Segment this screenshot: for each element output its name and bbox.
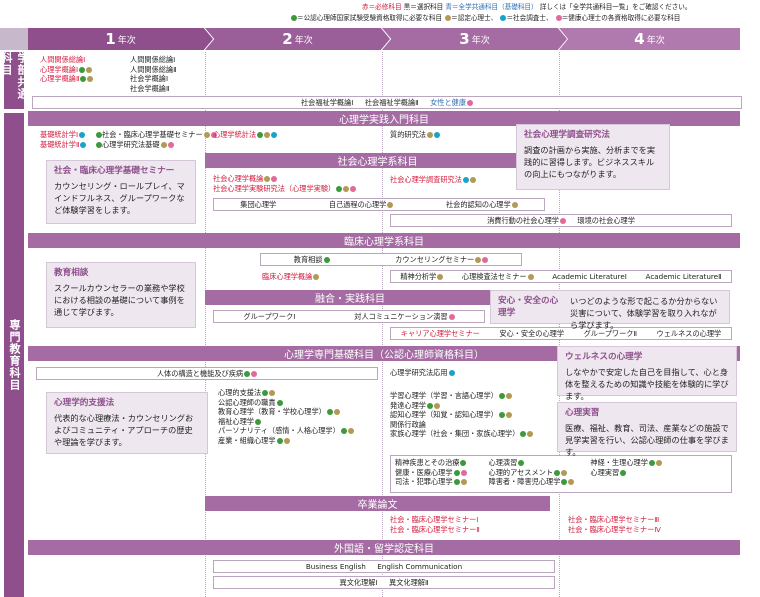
social-row2: 集団心理学 自己過程の心理学 社会的認知の心理学 (213, 198, 545, 211)
legend-common: 青＝全学共通科目（基礎科目） (445, 3, 538, 11)
practice-y3: 質的研究法 (390, 130, 440, 140)
common-col1: 人間関係総論Ⅰ 心理学概論Ⅰ 心理学概論Ⅱ (40, 55, 94, 84)
section-social: 社会心理学系科目 (205, 153, 550, 168)
common-bar: 社会福祉学概論Ⅰ 社会福祉学概論Ⅱ 女性と健康 (32, 96, 742, 109)
fusion-row1: グループワークⅠ 対人コミュニケーション演習 (213, 310, 485, 323)
year-1-header: 1 年次 (28, 28, 213, 50)
legend-line-2: ＝公認心理師国家試験受験資格取得に必要な科目 ＝認定心理士、 ＝社会調査士、 ＝… (290, 12, 680, 22)
thesis-y3: 社会・臨床心理学セミナーⅠ 社会・臨床心理学セミナーⅡ (390, 515, 480, 534)
social-y2: 社会心理学概論 社会心理学実験研究法（心理学実験） (213, 174, 357, 193)
callout-social-survey: 社会心理学調査研究法 調査の計画から実施、分析までを実践的に習得します。ビジネスス… (516, 124, 670, 190)
year-4-header: 4 年次 (559, 28, 740, 50)
callout-basic-seminar: 社会・臨床心理学基礎セミナー カウンセリング・ロールプレイ、マインドフルネス、グル… (46, 160, 196, 224)
callout-support-methods: 心理学的支援法 代表的な心理療法・カウンセリングおよびコミュニティ・アプローチの歴… (46, 392, 208, 454)
section-clinical: 臨床心理学系科目 (28, 233, 740, 248)
side-label-common: 学部共通科目 (0, 52, 29, 109)
practice-y1b: 社会・臨床心理学基礎セミナー 心理学研究法基礎 (95, 130, 217, 149)
thesis-y4: 社会・臨床心理学セミナーⅢ 社会・臨床心理学セミナーⅣ (568, 515, 661, 534)
fusion-row2: キャリア心理学セミナー 安心・安全の心理学 グループワークⅡ ウェルネスの心理学 (390, 327, 732, 340)
callout-wellness: ウェルネスの心理学 しなやかで安定した自己を目指して、心と身体を整えるための知識や… (557, 346, 737, 401)
legend-required: 赤＝必修科目 (362, 3, 402, 11)
legend-note: 詳しくは「全学共通科目一覧」をご確認ください。 (539, 3, 692, 11)
practice-y2: 心理学統計法 (213, 130, 278, 140)
foundation-y3top: 心理学研究法応用 (390, 368, 455, 378)
foundation-y2list: 心理的支援法 公認心理師の職責 教育心理学（教育・学校心理学） 福祉心理学 パー… (218, 388, 354, 445)
legend-olive: ＝認定心理士、 (451, 14, 498, 22)
legend-blue: ＝社会調査士、 (506, 14, 553, 22)
foundation-lower: 精神疾患とその治療 健康・医療心理学 司法・犯罪心理学 心理演習 心理的アセスメ… (390, 455, 732, 493)
year-header-bg (0, 28, 28, 50)
foreign-bar1: Business English English Communication (213, 560, 555, 573)
foundation-bar1: 人体の構造と機能及び疾病 (36, 367, 378, 380)
callout-education-counseling: 教育相談 スクールカウンセラーの業務や学校における相談の基礎について事例を通じて学… (46, 262, 196, 328)
common-col2: 人間関係総論Ⅰ 人間関係総論Ⅱ 社会学概論Ⅰ 社会学概論Ⅱ (130, 55, 177, 93)
side-label-major: 専門教育科目 (4, 113, 24, 597)
foundation-y3list: 学習心理学（学習・言語心理学） 発達心理学 認知心理学（知覚・認知心理学） 関係… (390, 391, 534, 439)
year-3-header: 3 年次 (382, 28, 567, 50)
legend-elective: 黒＝選択科目 (403, 3, 444, 11)
legend-line-1: 赤＝必修科目 黒＝選択科目 青＝全学共通科目（基礎科目） 詳しくは「全学共通科目… (362, 1, 691, 11)
section-thesis: 卒業論文 (205, 496, 550, 511)
section-fusion: 融合・実践科目 (205, 290, 495, 305)
practice-y1a: 基礎統計学Ⅰ 基礎統計学Ⅱ (40, 130, 87, 149)
clinical-y2: 臨床心理学概論 (262, 272, 320, 282)
section-foreign: 外国語・留学認定科目 (28, 540, 740, 555)
social-row3: 消費行動の社会心理学 環境の社会心理学 (390, 214, 732, 227)
clinical-row1: 教育相談 カウンセリングセミナー (260, 253, 522, 266)
social-y3: 社会心理学調査研究法 (390, 175, 476, 185)
callout-practicum: 心理実習 医療、福祉、教育、司法、産業などの施設で見学実習を行い、公認心理師の仕事… (557, 402, 737, 457)
legend-pink: ＝健康心理士の各資格取得に必要な科目 (561, 14, 681, 22)
legend-green: ＝公認心理師国家試験受験資格取得に必要な科目 (297, 14, 443, 22)
foreign-bar2: 異文化理解Ⅰ 異文化理解Ⅱ (213, 576, 555, 589)
clinical-row2: 精神分析学 心理検査法セミナー Academic LiteratureⅠ Academ… (390, 270, 732, 283)
callout-safety: 安心・安全の心理学 いつどのような形で起こるか分からない災害について、体験学習を取… (490, 290, 730, 330)
year-2-header: 2 年次 (205, 28, 390, 50)
year-divider (382, 52, 383, 597)
